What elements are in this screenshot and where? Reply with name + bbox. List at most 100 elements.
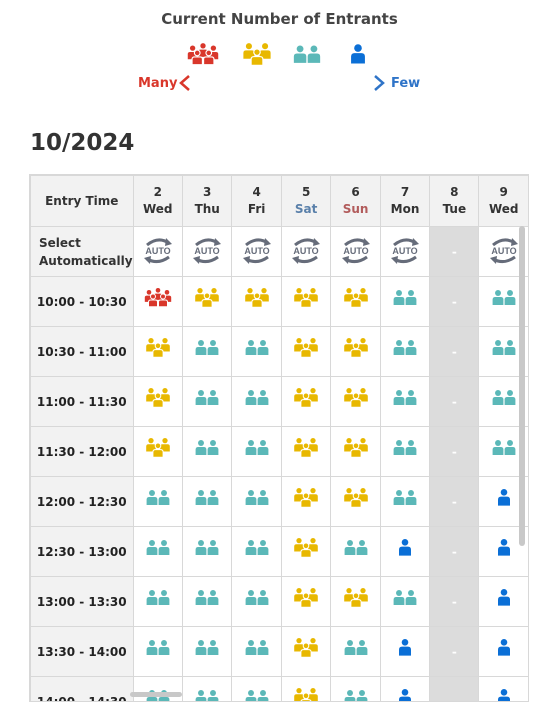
time-slot-cell[interactable] [231,276,282,327]
time-slot-cell[interactable] [132,676,183,701]
closed-cell: - [429,626,480,677]
time-slot-cell[interactable] [330,676,381,701]
time-slot-cell[interactable] [478,676,529,701]
auto-select-button[interactable]: AUTO [132,226,183,277]
crowd-large-icon [144,287,171,307]
crowd-small-icon [393,289,417,305]
time-slot-cell[interactable] [379,576,431,627]
time-slot-cell[interactable] [132,426,183,477]
crowd-small-icon [195,639,219,655]
time-slot-cell[interactable] [132,276,183,327]
auto-select-label: Select Automatically [30,226,134,277]
vertical-scrollbar[interactable] [519,226,525,546]
time-slot-row: 13:30 - 14:00 - [30,626,529,677]
auto-select-icon: AUTO [391,237,420,264]
time-slot-row: 12:30 - 13:00 - [30,526,529,577]
time-slot-row: 10:30 - 11:00 - [30,326,529,377]
crowd-small-icon [195,389,219,405]
time-slot-cell[interactable] [181,276,233,327]
horizontal-scrollbar[interactable] [130,692,182,697]
time-slot-cell[interactable] [280,326,332,377]
crowd-medium-icon [343,487,368,508]
day-header-2: 2 Wed [132,175,183,227]
time-slot-cell[interactable] [379,426,431,477]
time-slot-cell[interactable] [231,526,282,577]
time-slot-cell[interactable] [330,426,381,477]
time-slot-cell[interactable] [280,526,332,577]
time-slot-cell[interactable] [181,676,233,701]
entry-time-header: Entry Time [30,175,134,227]
person-icon [399,688,412,701]
time-slot-cell[interactable] [379,526,431,577]
time-slot-cell[interactable] [181,426,233,477]
time-slot-cell[interactable] [231,426,282,477]
day-weekday: Sun [342,202,369,216]
time-slot-cell[interactable] [330,526,381,577]
auto-select-button[interactable]: AUTO [181,226,233,277]
time-slot-cell[interactable] [379,376,431,427]
time-slot-cell[interactable] [132,576,183,627]
day-date: 8 [450,185,459,199]
svg-text:AUTO: AUTO [195,246,220,256]
time-slot-cell[interactable] [330,326,381,377]
person-icon [497,688,510,701]
availability-table-scroll[interactable]: Entry Time 2 Wed 3 Thu 4 Fri 5 Sat 6 Sun 7 Mon 8 Tue 9… [29,174,529,702]
auto-select-button[interactable]: AUTO [330,226,381,277]
time-slot-cell[interactable] [280,576,332,627]
time-slot-cell[interactable] [132,526,183,577]
time-slot-cell[interactable] [231,676,282,701]
crowd-medium-icon [243,43,271,66]
auto-select-icon: AUTO [193,237,222,264]
time-slot-cell[interactable] [478,626,529,677]
auto-select-button[interactable]: AUTO [231,226,282,277]
time-slot-cell[interactable] [330,626,381,677]
time-slot-cell[interactable] [181,526,233,577]
time-slot-cell[interactable] [280,626,332,677]
time-slot-cell[interactable] [330,376,381,427]
person-icon [497,538,510,556]
auto-select-button[interactable]: AUTO [280,226,332,277]
day-date: 7 [400,185,410,199]
crowd-small-icon [492,389,516,405]
time-slot-cell[interactable] [330,576,381,627]
time-slot-cell[interactable] [231,626,282,677]
time-slot-cell[interactable] [181,626,233,677]
time-slot-cell[interactable] [478,576,529,627]
crowd-small-icon [245,389,269,405]
legend-few-label: Few [391,76,421,91]
time-slot-cell[interactable] [181,376,233,427]
time-slot-cell[interactable] [330,476,381,527]
time-slot-cell[interactable] [280,276,332,327]
time-slot-cell[interactable] [379,626,431,677]
day-header-9: 9 Wed [478,175,529,227]
time-slot-cell[interactable] [231,576,282,627]
time-slot-cell[interactable] [379,276,431,327]
time-slot-cell[interactable] [330,276,381,327]
auto-select-icon: AUTO [489,237,518,264]
time-slot-cell[interactable] [280,476,332,527]
svg-text:AUTO: AUTO [343,246,368,256]
time-slot-cell[interactable] [379,476,431,527]
time-slot-label: 14:00 - 14:30 [30,676,134,701]
crowd-small-icon [492,439,516,455]
day-weekday: Thu [194,202,220,216]
time-slot-cell[interactable] [280,676,332,701]
time-slot-cell[interactable] [181,476,233,527]
time-slot-cell[interactable] [181,326,233,377]
time-slot-cell[interactable] [132,326,183,377]
time-slot-cell[interactable] [280,426,332,477]
time-slot-cell[interactable] [181,576,233,627]
time-slot-cell[interactable] [132,476,183,527]
time-slot-label: 10:30 - 11:00 [30,326,134,377]
day-date: 9 [499,185,508,199]
time-slot-cell[interactable] [379,676,431,701]
time-slot-cell[interactable] [231,376,282,427]
auto-select-button[interactable]: AUTO [379,226,431,277]
time-slot-cell[interactable] [132,376,183,427]
time-slot-cell[interactable] [231,476,282,527]
time-slot-cell[interactable] [132,626,183,677]
person-icon [399,538,412,556]
time-slot-cell[interactable] [231,326,282,377]
time-slot-cell[interactable] [379,326,431,377]
time-slot-cell[interactable] [280,376,332,427]
